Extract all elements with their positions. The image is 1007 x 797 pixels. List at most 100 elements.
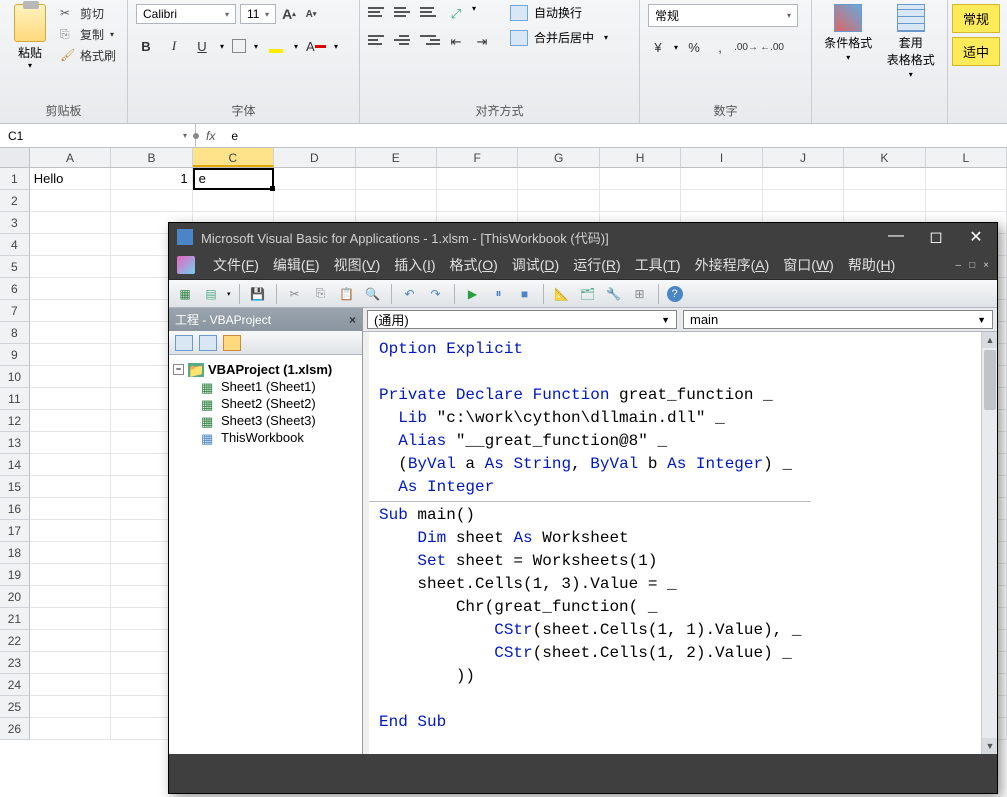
cell[interactable]: Hello <box>30 168 111 190</box>
vba-menu-item[interactable]: 运行(R) <box>573 255 620 275</box>
mdi-control[interactable]: – <box>956 260 962 271</box>
maximize-button[interactable]: ◻ <box>923 227 949 247</box>
align-left-button[interactable] <box>368 32 388 48</box>
cell[interactable] <box>111 190 192 212</box>
cell[interactable] <box>30 718 111 740</box>
indent-dec-button[interactable]: ⇤ <box>446 32 466 52</box>
row-header[interactable]: 13 <box>0 432 30 454</box>
col-header[interactable]: J <box>763 148 844 167</box>
minimize-button[interactable]: — <box>883 227 909 247</box>
italic-button[interactable]: I <box>164 36 184 56</box>
vba-menu-item[interactable]: 帮助(H) <box>848 255 895 275</box>
cell[interactable] <box>30 586 111 608</box>
row-header[interactable]: 20 <box>0 586 30 608</box>
row-header[interactable]: 3 <box>0 212 30 234</box>
cell[interactable] <box>681 190 762 212</box>
row-header[interactable]: 24 <box>0 674 30 696</box>
cell[interactable]: 1 <box>111 168 192 190</box>
project-tree[interactable]: − 📁 VBAProject (1.xlsm) ▦Sheet1 (Sheet1)… <box>169 355 362 452</box>
grow-font-button[interactable]: A▴ <box>280 5 298 23</box>
cell[interactable] <box>681 168 762 190</box>
cell[interactable] <box>600 168 681 190</box>
cell[interactable] <box>356 168 437 190</box>
row-header[interactable]: 10 <box>0 366 30 388</box>
cell[interactable] <box>926 168 1007 190</box>
col-header[interactable]: C <box>193 148 274 167</box>
paste-icon[interactable]: 📋 <box>337 284 357 304</box>
project-icon[interactable]: 🗂 <box>578 284 598 304</box>
orientation-button[interactable]: ⤢ <box>446 4 466 24</box>
col-header[interactable]: B <box>111 148 192 167</box>
row-header[interactable]: 15 <box>0 476 30 498</box>
row-header[interactable]: 1 <box>0 168 30 190</box>
row-header[interactable]: 19 <box>0 564 30 586</box>
row-header[interactable]: 4 <box>0 234 30 256</box>
font-color-button[interactable]: A <box>306 36 326 56</box>
row-header[interactable]: 16 <box>0 498 30 520</box>
undo-icon[interactable]: ↶ <box>400 284 420 304</box>
cell[interactable] <box>763 168 844 190</box>
vba-titlebar[interactable]: Microsoft Visual Basic for Applications … <box>169 223 997 251</box>
tree-item[interactable]: ▦Sheet3 (Sheet3) <box>201 412 358 429</box>
align-right-button[interactable] <box>420 32 440 48</box>
cell[interactable] <box>30 696 111 718</box>
row-header[interactable]: 18 <box>0 542 30 564</box>
design-icon[interactable]: 📐 <box>552 284 572 304</box>
row-header[interactable]: 26 <box>0 718 30 740</box>
scroll-up-icon[interactable]: ▲ <box>982 332 997 348</box>
col-header[interactable]: E <box>356 148 437 167</box>
mdi-control[interactable]: × <box>983 260 989 271</box>
format-painter-button[interactable]: 🖌格式刷 <box>58 46 118 65</box>
cell[interactable] <box>600 190 681 212</box>
tree-item[interactable]: ▦ThisWorkbook <box>201 429 358 446</box>
row-header[interactable]: 21 <box>0 608 30 630</box>
cell-style-gallery[interactable]: 常规 适中 <box>948 0 1004 123</box>
cell[interactable] <box>30 300 111 322</box>
help-icon[interactable]: ? <box>667 286 683 302</box>
cell[interactable] <box>518 168 599 190</box>
row-header[interactable]: 6 <box>0 278 30 300</box>
table-format-button[interactable]: 套用 表格格式 ▾ <box>883 4 940 79</box>
font-name-combo[interactable]: Calibri▾ <box>136 4 236 24</box>
cell[interactable] <box>30 344 111 366</box>
cell[interactable] <box>30 234 111 256</box>
font-size-combo[interactable]: 11▾ <box>240 4 276 24</box>
cell[interactable] <box>30 608 111 630</box>
tree-root[interactable]: − 📁 VBAProject (1.xlsm) <box>173 361 358 378</box>
col-header[interactable]: D <box>274 148 355 167</box>
view-code-icon[interactable] <box>175 335 193 351</box>
row-header[interactable]: 25 <box>0 696 30 718</box>
row-header[interactable]: 5 <box>0 256 30 278</box>
close-button[interactable]: ✕ <box>963 227 989 247</box>
row-header[interactable]: 12 <box>0 410 30 432</box>
dec-decimal-button[interactable]: ←.00 <box>762 37 782 57</box>
cell[interactable]: e <box>193 168 274 190</box>
tree-item[interactable]: ▦Sheet2 (Sheet2) <box>201 395 358 412</box>
cell[interactable] <box>926 190 1007 212</box>
find-icon[interactable]: 🔍 <box>363 284 383 304</box>
shrink-font-button[interactable]: A▾ <box>302 5 320 23</box>
col-header[interactable]: G <box>518 148 599 167</box>
scroll-thumb[interactable] <box>984 350 996 410</box>
vba-menu-item[interactable]: 文件(F) <box>213 255 259 275</box>
vba-menu-item[interactable]: 调试(D) <box>512 255 559 275</box>
pause-icon[interactable]: ⏸ <box>489 284 509 304</box>
currency-button[interactable]: ¥ <box>648 37 668 57</box>
cell[interactable] <box>356 190 437 212</box>
properties-icon[interactable]: 🔧 <box>604 284 624 304</box>
col-header[interactable]: H <box>600 148 681 167</box>
code-editor[interactable]: Option Explicit Private Declare Function… <box>363 332 997 754</box>
cell[interactable] <box>30 476 111 498</box>
cell[interactable] <box>30 190 111 212</box>
formula-input[interactable]: e <box>225 129 244 143</box>
cell[interactable] <box>30 322 111 344</box>
object-dropdown[interactable]: (通用)▼ <box>367 310 677 329</box>
cell[interactable] <box>437 190 518 212</box>
row-header[interactable]: 17 <box>0 520 30 542</box>
row-header[interactable]: 22 <box>0 630 30 652</box>
vba-menu-item[interactable]: 外接程序(A) <box>695 255 770 275</box>
cell[interactable] <box>30 454 111 476</box>
redo-icon[interactable]: ↷ <box>426 284 446 304</box>
align-top-button[interactable] <box>368 4 388 20</box>
vba-menu-item[interactable]: 工具(T) <box>635 255 681 275</box>
